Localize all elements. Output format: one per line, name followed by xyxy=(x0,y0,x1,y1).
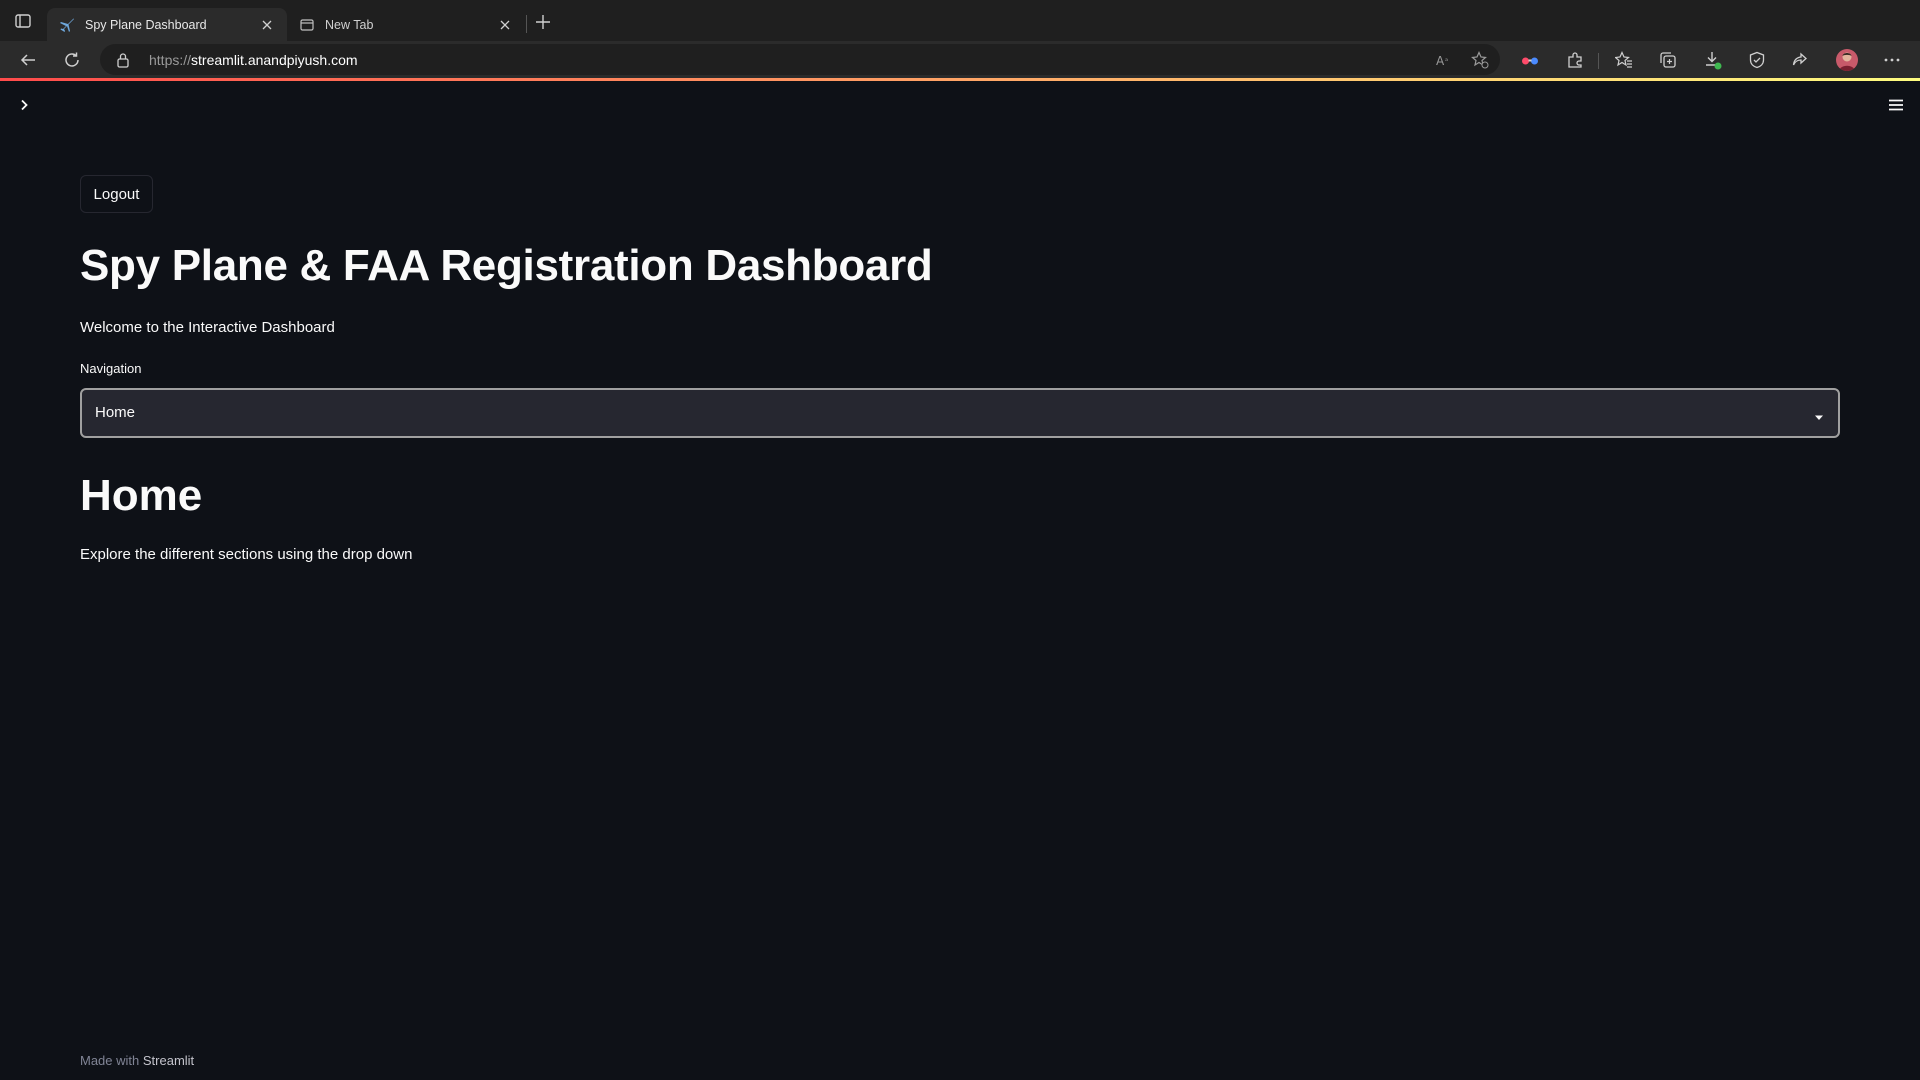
svg-text:ₐ: ₐ xyxy=(1445,54,1448,63)
url-scheme: https:// xyxy=(149,52,192,68)
streamlit-app: Logout Spy Plane & FAA Registration Dash… xyxy=(0,81,1920,1080)
footer-streamlit-link[interactable]: Streamlit xyxy=(143,1053,194,1068)
tab-spy-plane-dashboard[interactable]: Spy Plane Dashboard xyxy=(47,8,287,41)
extension-glasses-icon[interactable] xyxy=(1520,50,1540,70)
url-host: streamlit.anandpiyush.com xyxy=(191,52,358,68)
footer: Made with Streamlit xyxy=(80,1053,194,1068)
downloads-icon[interactable] xyxy=(1703,50,1723,70)
favorites-icon[interactable] xyxy=(1614,50,1634,70)
read-aloud-icon[interactable]: Aₐ xyxy=(1435,51,1453,69)
toolbar-divider xyxy=(1598,53,1599,69)
share-icon[interactable] xyxy=(1790,50,1810,70)
new-tab-plus-icon[interactable] xyxy=(534,13,552,31)
footer-prefix: Made with xyxy=(80,1053,143,1068)
page-title: Spy Plane & FAA Registration Dashboard xyxy=(80,241,933,290)
back-arrow-icon[interactable] xyxy=(18,50,38,70)
navigation-select[interactable]: Home xyxy=(80,388,1840,438)
section-title: Home xyxy=(80,471,203,520)
collections-icon[interactable] xyxy=(1658,50,1678,70)
logout-button[interactable]: Logout xyxy=(80,175,153,213)
dropdown-caret-icon[interactable] xyxy=(1814,409,1824,420)
extensions-puzzle-icon[interactable] xyxy=(1565,50,1585,70)
close-tab-icon[interactable] xyxy=(497,17,513,33)
newtab-icon xyxy=(299,17,315,33)
address-bar[interactable]: https://streamlit.anandpiyush.com Aₐ xyxy=(100,44,1500,75)
url-text: https://streamlit.anandpiyush.com xyxy=(149,52,358,68)
browser-toolbar: https://streamlit.anandpiyush.com Aₐ xyxy=(0,41,1920,78)
navigation-selected-value: Home xyxy=(95,404,136,421)
tab-divider xyxy=(526,15,527,33)
browser-tab-bar: Spy Plane Dashboard New Tab xyxy=(0,0,1920,41)
refresh-icon[interactable] xyxy=(62,50,82,70)
close-tab-icon[interactable] xyxy=(259,17,275,33)
browser-essentials-icon[interactable] xyxy=(1747,50,1767,70)
welcome-text: Welcome to the Interactive Dashboard xyxy=(80,319,335,336)
profile-avatar[interactable] xyxy=(1836,49,1858,71)
add-favorite-icon[interactable] xyxy=(1471,51,1489,69)
more-options-icon[interactable] xyxy=(1882,50,1902,70)
airplane-icon xyxy=(59,17,75,33)
sidebar-expand-chevron-icon[interactable] xyxy=(16,97,32,113)
tab-title: Spy Plane Dashboard xyxy=(85,17,207,32)
lock-icon[interactable] xyxy=(116,52,130,68)
hamburger-menu-icon[interactable] xyxy=(1886,95,1906,115)
tab-title: New Tab xyxy=(325,17,374,32)
tab-actions-icon[interactable] xyxy=(14,12,32,30)
section-description: Explore the different sections using the… xyxy=(80,546,413,563)
navigation-label: Navigation xyxy=(80,361,142,376)
svg-text:A: A xyxy=(1436,54,1445,68)
tab-new-tab[interactable]: New Tab xyxy=(287,8,525,41)
